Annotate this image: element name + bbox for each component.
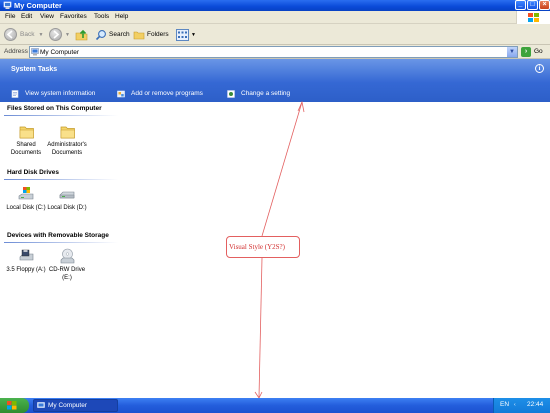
folder-icon [59,123,76,140]
task-label: Change a setting [241,90,291,97]
item-label: Shared Documents [10,142,42,156]
section-header-hard-disk-drives: Hard Disk Drives [7,169,60,176]
folder-icon [18,123,35,140]
address-input[interactable]: My Computer ▼ [29,46,518,58]
system-drive-icon [18,186,35,203]
menu-view[interactable]: View [40,13,54,21]
close-button[interactable]: × [539,0,550,10]
item-label: CD-RW Drive (E:) [48,267,86,281]
standard-toolbar: Back ▼ ▼ Search Folders ▼ [0,24,550,45]
windows-logo-icon [516,11,550,24]
title-bar[interactable]: My Computer _ □ × [0,0,550,11]
administrators-documents-item[interactable]: Administrator's Documents [44,123,90,157]
folders-icon [133,31,145,39]
chevron-down-icon[interactable]: ▼ [65,32,70,38]
go-arrow-icon: › [521,47,531,57]
my-computer-icon [3,1,12,9]
task-change-a-setting[interactable]: Change a setting [227,89,290,99]
window-title: My Computer [14,1,62,10]
system-tray: EN ‹ 22:44 [493,398,550,413]
shared-documents-item[interactable]: Shared Documents [3,123,49,157]
menu-favorites[interactable]: Favorites [60,13,87,21]
item-label: Local Disk (D:) [47,205,87,211]
menu-edit[interactable]: Edit [21,13,32,21]
maximize-button[interactable]: □ [527,0,538,10]
menu-bar: File Edit View Favorites Tools Help [0,11,550,24]
search-label: Search [109,31,130,38]
chevron-down-icon[interactable]: ▼ [191,32,196,38]
windows-flag-icon [7,401,17,410]
up-folder-button[interactable] [75,27,88,42]
up-folder-icon [75,29,88,41]
section-header-removable-storage: Devices with Removable Storage [7,232,109,239]
section-divider [4,179,118,180]
cd-drive-icon [59,248,76,265]
search-button[interactable]: Search [95,27,130,42]
control-panel-icon [227,90,235,98]
floppy-drive-icon [18,248,35,265]
folders-button[interactable]: Folders [133,27,169,42]
forward-arrow-icon [49,28,62,41]
local-disk-d-item[interactable]: Local Disk (D:) [44,186,90,213]
start-button[interactable] [0,398,29,413]
system-tasks-header[interactable]: System Tasks [11,66,57,73]
back-button[interactable]: Back ▼ [4,27,43,42]
floppy-a-item[interactable]: 3.5 Floppy (A:) [3,248,49,275]
address-bar: Address My Computer ▼ › Go [0,45,550,59]
go-button[interactable]: › Go [521,47,549,57]
search-icon [95,29,106,40]
go-label: Go [534,48,543,55]
section-divider [4,115,118,116]
back-arrow-icon [4,28,17,41]
language-indicator[interactable]: EN [500,401,509,408]
chevron-down-icon[interactable]: ▼ [507,47,517,57]
taskbar: My Computer EN ‹ 22:44 [0,398,550,413]
menu-tools[interactable]: Tools [94,13,109,21]
back-label: Back [20,31,35,38]
taskbar-button-my-computer[interactable]: My Computer [33,399,118,412]
my-computer-icon [31,48,39,56]
annotation-callout: Visual Style (Y2S?) [226,236,300,258]
task-label: Add or remove programs [131,90,203,97]
folders-label: Folders [147,31,169,38]
item-label: Local Disk (C:) [6,205,46,211]
item-label: Administrator's Documents [47,142,87,156]
task-add-remove-programs[interactable]: Add or remove programs [117,89,203,99]
chevron-down-icon[interactable]: ▼ [38,32,43,38]
task-view-system-information[interactable]: View system information [11,89,95,99]
taskbar-button-label: My Computer [48,402,88,409]
hard-drive-icon [59,186,76,203]
views-button[interactable]: ▼ [176,27,196,42]
menu-file[interactable]: File [5,13,15,21]
info-icon[interactable]: i [535,64,544,73]
section-header-files-stored: Files Stored on This Computer [7,105,102,112]
task-label: View system information [25,90,96,97]
local-disk-c-item[interactable]: Local Disk (C:) [3,186,49,213]
my-computer-icon [37,402,45,408]
menu-help[interactable]: Help [115,13,128,21]
views-icon [176,28,189,41]
minimize-button[interactable]: _ [515,0,526,10]
address-value: My Computer [40,49,80,56]
cd-rw-drive-e-item[interactable]: CD-RW Drive (E:) [44,248,90,282]
section-divider [4,242,118,243]
item-label: 3.5 Floppy (A:) [6,267,46,273]
add-remove-programs-icon [117,90,125,98]
system-info-icon [11,90,19,98]
address-label: Address [4,48,28,55]
tray-chevron-icon[interactable]: ‹ [514,402,516,408]
clock: 22:44 [527,401,544,408]
forward-button[interactable]: ▼ [49,27,70,42]
